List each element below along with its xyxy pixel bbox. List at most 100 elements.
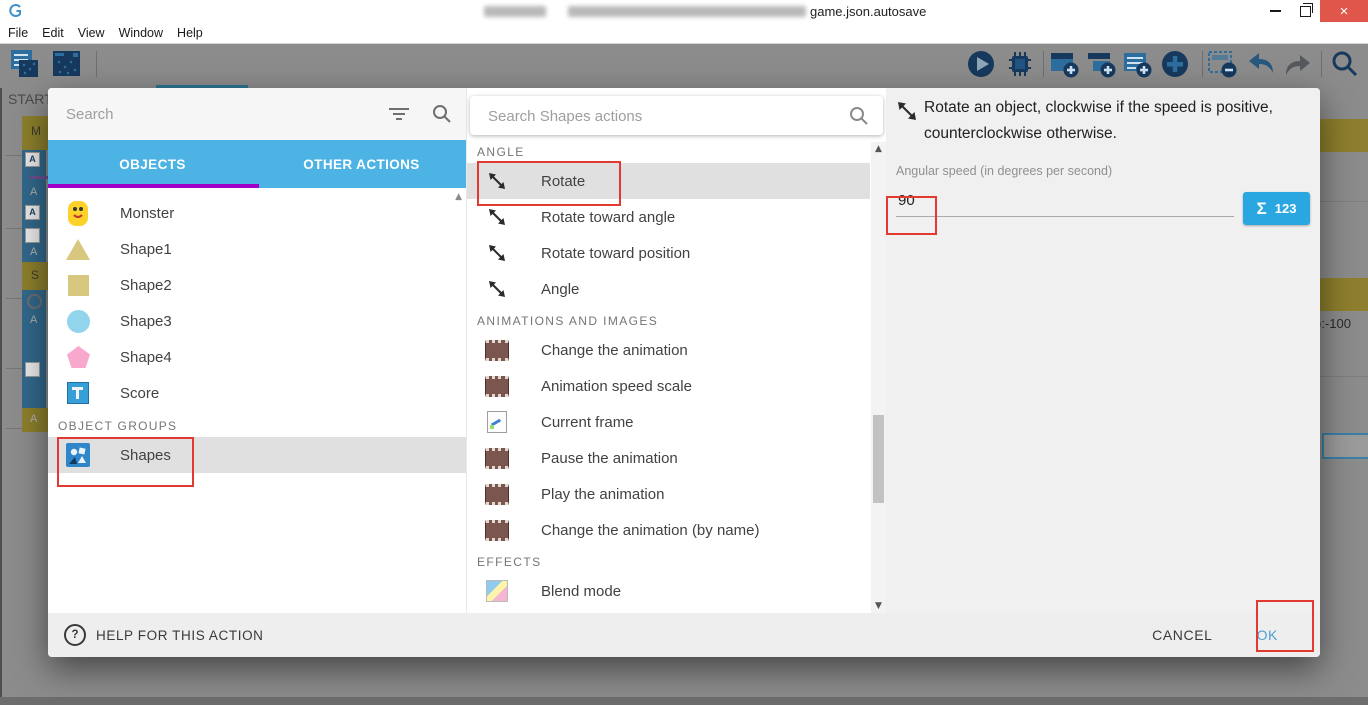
section-header-angle: ANGLE (477, 145, 525, 159)
text-object-icon (65, 378, 91, 408)
action-label: Rotate toward position (541, 244, 691, 262)
annotation-box-rotate-action (477, 161, 621, 206)
sigma-icon: Σ (1256, 198, 1267, 218)
menu-item-help[interactable]: Help (177, 26, 203, 40)
debugger-icon[interactable] (1005, 49, 1035, 79)
window-edge (0, 85, 2, 705)
tab-other-actions[interactable]: OTHER ACTIONS (257, 140, 466, 188)
film-strip-icon (485, 446, 509, 470)
action-item-animation-speed-scale[interactable]: Animation speed scale (467, 368, 870, 404)
object-item-shape1[interactable]: Shape1 (48, 231, 466, 267)
condition-icon: A (25, 152, 40, 167)
event-tree-line (6, 155, 22, 156)
tab-objects[interactable]: OBJECTS (48, 140, 257, 188)
annotation-box-ok-button (1256, 600, 1314, 652)
object-item-score[interactable]: Score (48, 375, 466, 411)
search-icon (849, 106, 869, 131)
menu-item-window[interactable]: Window (119, 26, 163, 40)
rotate-arrow-icon (485, 241, 509, 265)
dialog-footer: ? HELP FOR THIS ACTION CANCEL OK (48, 613, 1320, 657)
action-item-change-animation-by-name[interactable]: Change the animation (by name) (467, 512, 870, 548)
numeric-badge: 123 (1274, 201, 1297, 216)
action-label: Play the animation (541, 485, 665, 503)
timer-icon (27, 294, 42, 309)
event-divider (1320, 376, 1368, 377)
object-item-shape4[interactable]: Shape4 (48, 339, 466, 375)
angular-speed-input[interactable] (896, 190, 1234, 217)
object-item-shape2[interactable]: Shape2 (48, 267, 466, 303)
add-subevent-icon[interactable] (1087, 49, 1117, 79)
window-bottom-edge (0, 697, 1368, 705)
action-label: Current frame (541, 413, 634, 431)
add-comment-icon[interactable] (1123, 49, 1153, 79)
event-text-fragment: A (30, 186, 38, 198)
action-label: Change the animation (541, 341, 688, 359)
minimize-button[interactable] (1260, 0, 1290, 22)
delete-event-icon[interactable] (1208, 49, 1238, 79)
actions-list: ANGLE Rotate Rotate toward angle Rotate … (467, 142, 886, 613)
rotate-arrow-icon (894, 98, 920, 129)
restore-button[interactable] (1290, 0, 1320, 22)
start-page-tab[interactable]: START (8, 91, 53, 107)
filter-icon[interactable] (388, 107, 410, 126)
event-tree-line (6, 228, 22, 229)
scrollbar-thumb[interactable] (873, 415, 884, 503)
object-item-monster[interactable]: Monster (48, 195, 466, 231)
action-item-angle[interactable]: Angle (467, 271, 870, 307)
film-strip-icon (485, 338, 509, 362)
action-item-blend-mode[interactable]: Blend mode (467, 573, 870, 609)
event-text-fragment: ):-100 (1317, 316, 1351, 331)
menu-item-view[interactable]: View (78, 26, 105, 40)
preview-play-icon[interactable] (966, 49, 996, 79)
action-label: Angle (541, 280, 580, 298)
event-text-fragment: A (30, 413, 38, 425)
scroll-up-arrow[interactable]: ▲ (871, 144, 886, 154)
action-item-current-frame[interactable]: Current frame (467, 404, 870, 440)
redo-icon[interactable] (1283, 49, 1313, 79)
toolbar-separator (1043, 51, 1044, 77)
action-editor-dialog: OBJECTS OTHER ACTIONS Monster Shape1 (48, 88, 1320, 657)
action-item-pause-animation[interactable]: Pause the animation (467, 440, 870, 476)
square-shape-icon (65, 270, 91, 300)
menu-item-edit[interactable]: Edit (42, 26, 64, 40)
objects-search-bar (48, 88, 466, 140)
add-event-icon[interactable] (1050, 49, 1080, 79)
film-strip-icon (485, 374, 509, 398)
toolbar-separator (1321, 51, 1322, 77)
add-circle-icon[interactable] (1160, 49, 1190, 79)
action-item-play-animation[interactable]: Play the animation (467, 476, 870, 512)
app-screen: game.json.autosave × File Edit View Wind… (0, 0, 1368, 705)
objects-tabs: OBJECTS OTHER ACTIONS (48, 140, 466, 188)
actions-scrollbar[interactable]: ▲ ▼ (871, 142, 886, 613)
scroll-down-arrow[interactable]: ▼ (871, 601, 886, 611)
event-tree-line (6, 298, 22, 299)
close-button[interactable]: × (1320, 0, 1368, 22)
object-item-shape3[interactable]: Shape3 (48, 303, 466, 339)
scroll-up-arrow[interactable]: ▲ (455, 192, 462, 202)
toolbar-separator (96, 51, 97, 77)
pentagon-shape-icon (65, 342, 91, 372)
monster-sprite-icon (65, 198, 91, 228)
help-for-this-action-link[interactable]: ? HELP FOR THIS ACTION (64, 624, 264, 646)
project-manager-icon[interactable] (10, 49, 40, 79)
undo-icon[interactable] (1246, 49, 1276, 79)
cancel-button[interactable]: CANCEL (1152, 627, 1212, 643)
event-text-fragment: A (30, 314, 38, 326)
search-icon (432, 104, 452, 129)
action-item-change-animation[interactable]: Change the animation (467, 332, 870, 368)
event-tree-line (6, 368, 22, 369)
expression-editor-button[interactable]: Σ 123 (1243, 192, 1310, 225)
condition-icon (25, 362, 40, 377)
action-item-rotate-toward-position[interactable]: Rotate toward position (467, 235, 870, 271)
action-detail-panel: Rotate an object, clockwise if the speed… (886, 88, 1320, 613)
actions-search-input[interactable] (486, 104, 820, 128)
objects-search-input[interactable] (64, 101, 368, 127)
window-controls: × (1260, 0, 1368, 22)
object-label: Shape2 (120, 276, 172, 294)
menu-item-file[interactable]: File (8, 26, 28, 40)
search-icon[interactable] (1330, 49, 1360, 79)
blurred-title-segment (568, 5, 806, 17)
event-text-fragment: A (30, 246, 38, 258)
start-page-icon[interactable] (52, 49, 82, 79)
section-header-effects: EFFECTS (477, 555, 542, 569)
